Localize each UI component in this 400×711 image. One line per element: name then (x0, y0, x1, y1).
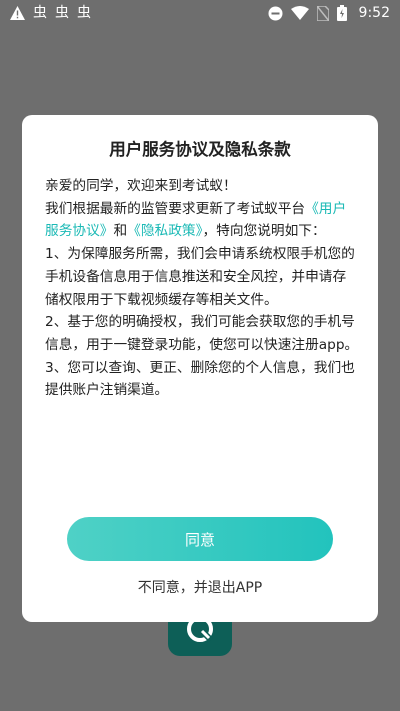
no-sim-icon (316, 5, 329, 21)
policy-item-2: 2、基于您的明确授权，我们可能会获取您的手机号信息，用于一键登录功能，使您可以快… (45, 314, 359, 353)
intro-paragraph: 我们根据最新的监管要求更新了考试蚁平台《用户服务协议》和《隐私政策》，特向您说明… (45, 198, 359, 243)
bug-icon: 虫 (77, 5, 91, 21)
bug-icon: 虫 (55, 5, 69, 21)
system-status-area: 9:52 (268, 5, 390, 21)
privacy-policy-link[interactable]: 《隐私政策》 (127, 223, 202, 239)
policy-item-1: 1、为保障服务所需，我们会申请系统权限手机您的手机设备信息用于信息推送和安全风控… (45, 246, 355, 308)
bug-icon: 虫 (33, 5, 47, 21)
policy-item-3: 3、您可以查询、更正、删除您的个人信息，我们也提供账户注销渠道。 (45, 359, 355, 399)
battery-icon (336, 5, 347, 21)
agree-button[interactable]: 同意 (67, 517, 333, 561)
warning-icon (10, 6, 25, 20)
intro-prefix: 我们根据最新的监管要求更新了考试蚁平台 (45, 200, 306, 217)
intro-conjunction: 和 (113, 223, 128, 240)
greeting-text: 亲爱的同学，欢迎来到考试蚁！ (45, 178, 237, 194)
do-not-disturb-icon (268, 6, 283, 21)
dialog-body: 亲爱的同学，欢迎来到考试蚁！ 我们根据最新的监管要求更新了考试蚁平台《用户服务协… (45, 175, 359, 402)
wifi-icon (290, 6, 309, 20)
intro-suffix: ，特向您说明如下： (202, 223, 326, 240)
disagree-exit-button[interactable]: 不同意，并退出APP (22, 577, 378, 597)
status-time: 9:52 (358, 5, 390, 21)
dialog-title: 用户服务协议及隐私条款 (109, 140, 291, 159)
notification-area: 虫 虫 虫 (10, 5, 91, 21)
status-bar: 虫 虫 虫 9:52 (0, 0, 400, 30)
privacy-dialog: 用户服务协议及隐私条款 亲爱的同学，欢迎来到考试蚁！ 我们根据最新的监管要求更新… (22, 115, 378, 622)
